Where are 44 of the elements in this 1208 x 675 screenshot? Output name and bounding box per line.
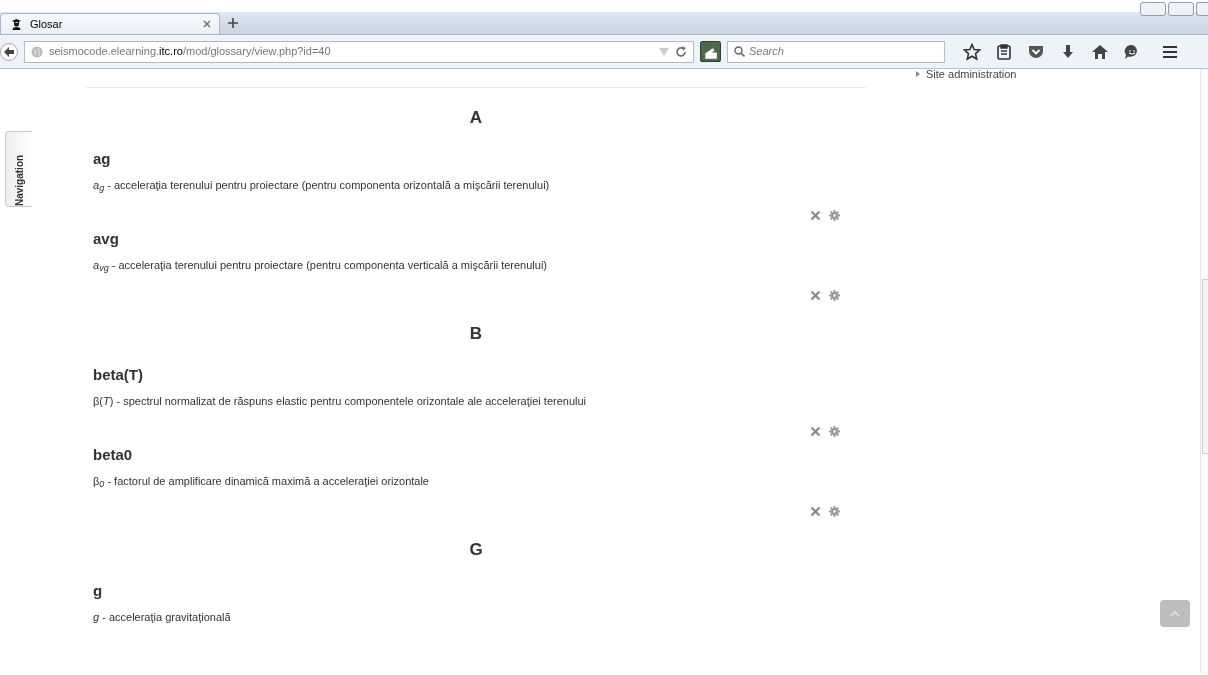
home-icon[interactable] bbox=[1091, 42, 1109, 61]
glossary-term: avg bbox=[93, 230, 120, 248]
settings-icon[interactable] bbox=[829, 506, 840, 517]
glossary-term: g bbox=[93, 582, 104, 600]
new-tab-icon[interactable] bbox=[228, 18, 238, 28]
search-icon bbox=[734, 46, 745, 57]
term-definition: a$_{g}$ - acceleraţia terenului pentru proiectare (pentru componenta orizontală a mişcării terenului) bbox=[93, 178, 551, 192]
scrollbar-thumb[interactable] bbox=[1202, 279, 1208, 454]
settings-icon[interactable] bbox=[829, 426, 840, 437]
term-definition: β(T) - spectrul normalizat de răspuns elastic pentru componentele orizontale ale acceleraţiei terenului bbox=[93, 394, 588, 408]
globe-icon bbox=[31, 45, 43, 58]
term-definition: g - acceleraţia gravitaţională bbox=[93, 610, 232, 624]
search-field[interactable]: Search bbox=[727, 40, 945, 63]
letter-heading: B bbox=[468, 324, 484, 344]
address-bar[interactable]: seismocode.elearning.itc.ro/mod/glossary/view.php?id=40 bbox=[24, 40, 694, 63]
star-icon[interactable] bbox=[963, 42, 981, 61]
chevron-up-icon bbox=[1170, 610, 1180, 617]
minimize-button[interactable] bbox=[1140, 2, 1166, 16]
term-definition: a$_{vg}$ - acceleraţia terenului pentru proiectare (pentru componenta verticală a mişcării terenului) bbox=[93, 258, 549, 272]
delete-icon[interactable] bbox=[810, 210, 821, 221]
search-input[interactable]: Search bbox=[749, 43, 929, 60]
back-icon[interactable] bbox=[0, 42, 18, 61]
navigation-tab[interactable]: Navigation bbox=[5, 131, 32, 207]
letter-heading: G bbox=[468, 540, 484, 560]
sidebar-link[interactable]: Site administration bbox=[926, 66, 1017, 83]
term-definition: β$_{0}$ - factorul de amplificare dinamică maximă a acceleraţiei orizontale bbox=[93, 474, 430, 488]
glossary-term: beta0 bbox=[93, 446, 134, 464]
delete-icon[interactable] bbox=[810, 290, 821, 301]
letter-heading: A bbox=[468, 108, 484, 128]
url-text: seismocode.elearning.itc.ro/mod/glossary/view.php?id=40 bbox=[49, 44, 332, 60]
delete-icon[interactable] bbox=[810, 426, 821, 437]
close-icon[interactable] bbox=[203, 20, 211, 28]
graduate-icon bbox=[11, 18, 22, 30]
settings-icon[interactable] bbox=[829, 290, 840, 301]
browser-tab[interactable]: Glosar bbox=[0, 13, 220, 34]
clipboard-icon[interactable] bbox=[995, 42, 1013, 61]
glossary-term: ag bbox=[93, 150, 112, 168]
delete-icon[interactable] bbox=[810, 506, 821, 517]
close-window-button[interactable] bbox=[1196, 2, 1208, 16]
reload-icon[interactable] bbox=[675, 45, 687, 58]
restore-button[interactable] bbox=[1168, 2, 1194, 16]
caret-icon bbox=[916, 71, 920, 78]
settings-icon[interactable] bbox=[829, 210, 840, 221]
glossary-term: beta(T) bbox=[93, 366, 144, 384]
